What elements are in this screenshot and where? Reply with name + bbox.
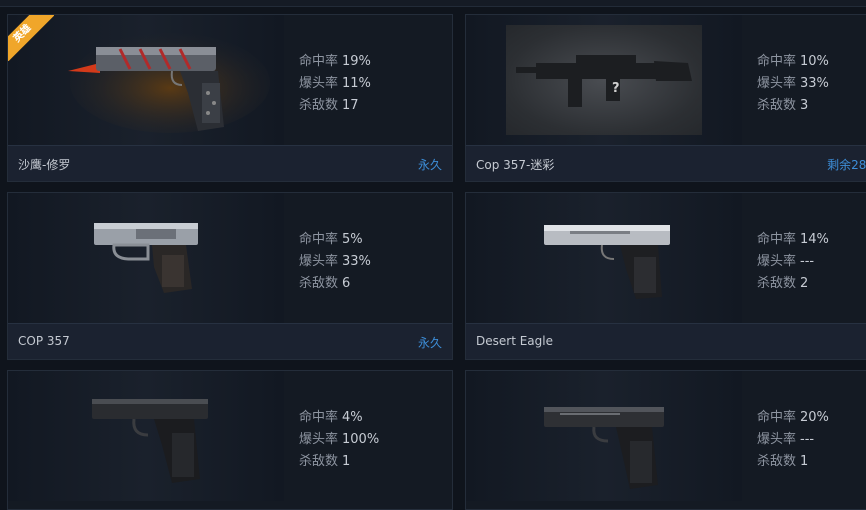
- unknown-weapon-silhouette: ?: [506, 25, 702, 135]
- weapon-name: 沙鹰-修罗: [18, 158, 71, 172]
- weapon-card-glock[interactable]: 命中率 4% 爆头率 100% 杀敌数 1: [7, 370, 453, 510]
- weapon-stats: 命中率 4% 爆头率 100% 杀敌数 1: [299, 410, 380, 469]
- weapon-duration: 剩余28天2: [827, 158, 866, 172]
- weapon-card-footer: Desert Eagle: [466, 323, 866, 359]
- desert-eagle-shura-icon: [68, 33, 270, 133]
- weapon-name: Desert Eagle: [476, 334, 553, 348]
- unknown-marker: ?: [612, 81, 620, 96]
- desert-eagle-pistol-icon: [544, 225, 670, 299]
- weapon-image-area: ?: [466, 15, 742, 145]
- weapon-image-area: [8, 371, 284, 501]
- weapon-stats: 命中率 5% 爆头率 33% 杀敌数 6: [299, 232, 371, 291]
- weapon-card-usp[interactable]: 命中率 20% 爆头率 --- 杀敌数 1: [465, 370, 866, 510]
- rifle-silhouette-icon: [516, 55, 692, 107]
- weapon-card-desert-eagle[interactable]: 命中率 14% 爆头率 --- 杀敌数 2 Desert Eagle: [465, 192, 866, 360]
- weapon-stats: 命中率 19% 爆头率 11% 杀敌数 17: [299, 54, 371, 113]
- weapon-stats: 命中率 10% 爆头率 33% 杀敌数 3: [757, 54, 829, 113]
- glock-pistol-icon: [92, 399, 208, 483]
- weapon-image-area: [466, 371, 742, 501]
- weapon-card-cop357-camo[interactable]: ? 命中率10% 爆头率33% 杀敌数3 Cop 357-迷彩 剩余28天2: [465, 14, 866, 182]
- weapon-card-cop357[interactable]: 命中率 5% 爆头率 33% 杀敌数 6 COP 357 永久: [7, 192, 453, 360]
- weapon-card-footer: COP 357 永久: [8, 323, 452, 359]
- weapon-name: Cop 357-迷彩: [476, 158, 555, 172]
- weapon-stats: 命中率 20% 爆头率 --- 杀敌数 1: [757, 410, 829, 469]
- weapon-card-footer: 沙鹰-修罗 永久: [8, 145, 452, 181]
- weapon-image-area: [8, 193, 284, 323]
- usp-pistol-icon: [544, 407, 664, 489]
- top-divider: [0, 0, 866, 7]
- weapon-duration: 永久: [417, 336, 442, 350]
- weapon-card-footer: Cop 357-迷彩 剩余28天2: [466, 145, 866, 181]
- weapon-stats: 命中率 14% 爆头率 --- 杀敌数 2: [757, 232, 829, 291]
- cop357-pistol-icon: [94, 223, 198, 293]
- weapon-name: COP 357: [18, 334, 70, 348]
- weapon-duration: 永久: [417, 158, 442, 172]
- weapon-card-desert-eagle-shura[interactable]: 英雄 命中率 19% 爆头率 11% 杀敌数 17 沙鹰-修罗 永久: [7, 14, 453, 182]
- hero-badge: 英雄: [8, 15, 54, 61]
- weapon-image-area: [466, 193, 742, 323]
